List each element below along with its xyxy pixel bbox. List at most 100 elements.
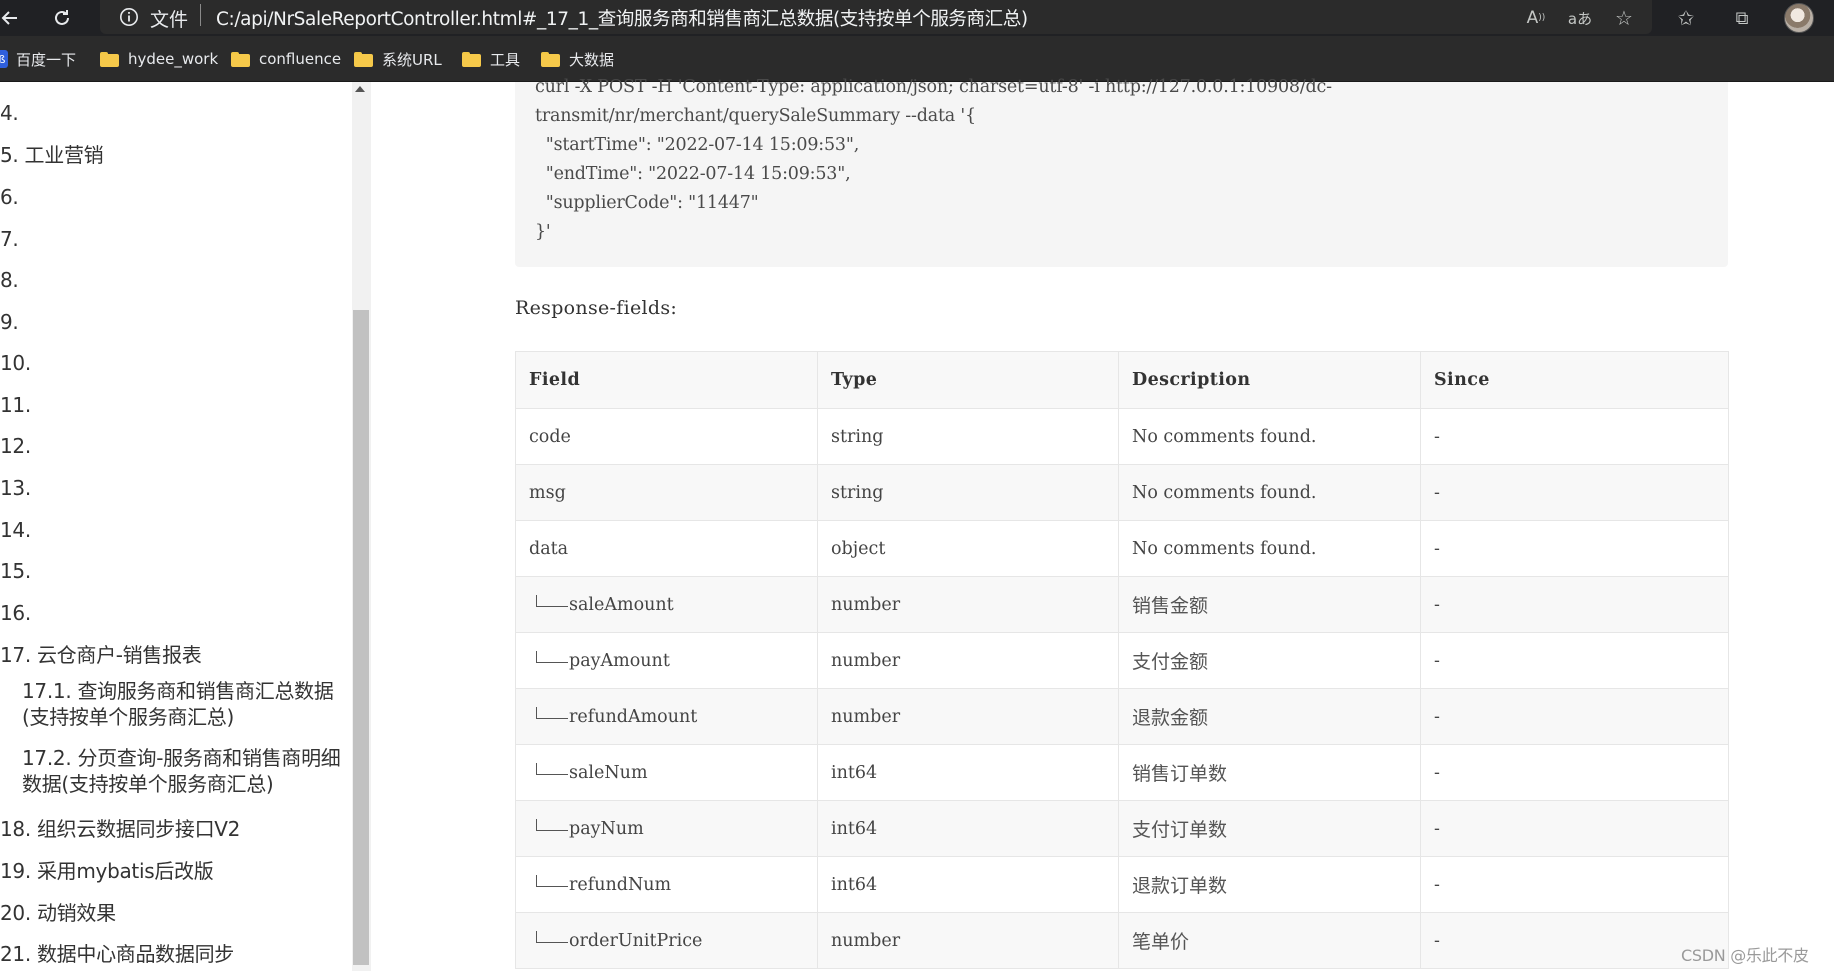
toc-sidebar: 4. 5. 工业营销 6. 7. 8. 9. 10. 11. 12. 13. 1…	[0, 82, 352, 971]
watermark: CSDN @乐此不皮	[1681, 946, 1809, 965]
since-cell: -	[1420, 688, 1729, 745]
toc-item[interactable]: 8.	[0, 267, 19, 293]
folder-icon	[354, 51, 373, 67]
bookmark-label: confluence	[259, 50, 342, 68]
field-name: data	[529, 538, 569, 559]
toc-item[interactable]: 13.	[0, 475, 31, 501]
url-text[interactable]: C:/api/NrSaleReportController.html#_17_1…	[216, 5, 1028, 31]
field-cell: saleAmount	[515, 576, 818, 633]
bookmark-label: 大数据	[569, 50, 615, 69]
scheme-label: 文件	[150, 9, 189, 31]
table-row: payNum int64 支付订单数 -	[515, 800, 1729, 857]
bookmark-confluence[interactable]: confluence	[231, 48, 341, 70]
description-cell: No comments found.	[1118, 408, 1421, 465]
bookmark-system-url[interactable]: 系统URL	[354, 48, 442, 70]
type-cell: number	[817, 576, 1119, 633]
toc-item-17[interactable]: 17. 云仓商户-销售报表	[0, 642, 202, 668]
toc-item[interactable]: 7.	[0, 226, 19, 252]
table-row: data object No comments found. -	[515, 520, 1729, 577]
toc-item[interactable]: 15.	[0, 558, 31, 584]
type-cell: int64	[817, 744, 1119, 801]
bookmark-hydee-work[interactable]: hydee_work	[100, 48, 218, 70]
since-cell: -	[1420, 520, 1729, 577]
field-cell: payAmount	[515, 632, 818, 689]
type-cell: int64	[817, 856, 1119, 913]
description-cell: 销售金额	[1118, 576, 1421, 633]
code-line: "endTime": "2022-07-14 15:09:53",	[535, 164, 851, 184]
description-cell: 退款订单数	[1118, 856, 1421, 913]
code-line: transmit/nr/merchant/querySaleSummary --…	[535, 106, 976, 126]
field-name: saleNum	[569, 762, 648, 783]
toc-item[interactable]: 14.	[0, 517, 31, 543]
toc-item[interactable]: 5. 工业营销	[0, 142, 104, 168]
type-cell: string	[817, 408, 1119, 465]
table-row: orderUnitPrice number 笔单价 -	[515, 912, 1729, 969]
baidu-icon: ß	[0, 50, 8, 68]
bookmark-tools[interactable]: 工具	[462, 48, 520, 70]
toc-item-21[interactable]: 21. 数据中心商品数据同步	[0, 941, 234, 967]
field-cell: refundNum	[515, 856, 818, 913]
scroll-up-arrow-icon[interactable]	[355, 86, 365, 92]
folder-icon	[231, 51, 250, 67]
profile-avatar[interactable]	[1784, 3, 1814, 33]
type-cell: string	[817, 464, 1119, 521]
type-cell: number	[817, 688, 1119, 745]
code-line: "supplierCode": "11447"	[535, 193, 759, 213]
scrollbar-thumb[interactable]	[353, 310, 369, 965]
reload-icon[interactable]	[44, 0, 80, 36]
favorites-icon[interactable]: ✩	[1672, 4, 1700, 32]
toc-subitem-17-2[interactable]: 17.2. 分页查询-服务商和销售商明细数据(支持按单个服务商汇总)	[22, 745, 347, 797]
bookmark-label: 百度一下	[16, 50, 77, 69]
since-cell: -	[1420, 856, 1729, 913]
table-row: saleNum int64 销售订单数 -	[515, 744, 1729, 801]
field-cell: msg	[515, 464, 818, 521]
description-cell: 笔单价	[1118, 912, 1421, 969]
toc-item[interactable]: 11.	[0, 392, 31, 418]
tree-branch-icon	[536, 818, 568, 831]
toc-item[interactable]: 10.	[0, 350, 31, 376]
folder-icon	[541, 51, 560, 67]
toc-item[interactable]: 6.	[0, 184, 19, 210]
since-cell: -	[1420, 576, 1729, 633]
info-icon[interactable]	[119, 7, 139, 27]
browser-toolbar: 文件 C:/api/NrSaleReportController.html#_1…	[0, 0, 1834, 36]
toc-item[interactable]: 9.	[0, 309, 19, 335]
bookmark-baidu[interactable]: ß 百度一下	[0, 48, 76, 70]
toc-item[interactable]: 4.	[0, 100, 19, 126]
toc-item-18[interactable]: 18. 组织云数据同步接口V2	[0, 816, 240, 842]
toc-item[interactable]: 12.	[0, 433, 31, 459]
field-name: msg	[529, 482, 566, 503]
tree-branch-icon	[536, 762, 568, 775]
field-name: orderUnitPrice	[569, 930, 703, 951]
column-header-field: Field	[515, 351, 818, 409]
bookmark-big-data[interactable]: 大数据	[541, 48, 614, 70]
bookmarks-bar: ß 百度一下 hydee_work confluence 系统URL 工具 大数…	[0, 36, 1834, 82]
field-cell: code	[515, 408, 818, 465]
toc-item-19[interactable]: 19. 采用mybatis后改版	[0, 858, 214, 884]
code-line: }'	[535, 222, 551, 242]
bookmark-label: 工具	[490, 50, 521, 69]
toc-subitem-17-1[interactable]: 17.1. 查询服务商和销售商汇总数据(支持按单个服务商汇总)	[22, 678, 347, 730]
add-favorite-icon[interactable]: ☆	[1610, 4, 1638, 32]
back-icon[interactable]	[0, 0, 28, 36]
description-cell: 支付金额	[1118, 632, 1421, 689]
toc-item[interactable]: 16.	[0, 600, 31, 626]
curl-code-block: curl -X POST -H 'Content-Type: applicati…	[515, 77, 1728, 267]
read-aloud-icon[interactable]: A))	[1522, 4, 1550, 32]
field-name: saleAmount	[569, 594, 674, 615]
type-cell: number	[817, 632, 1119, 689]
field-cell: refundAmount	[515, 688, 818, 745]
description-cell: 支付订单数	[1118, 800, 1421, 857]
since-cell: -	[1420, 744, 1729, 801]
column-header-since: Since	[1420, 351, 1729, 409]
address-bar[interactable]: 文件 C:/api/NrSaleReportController.html#_1…	[100, 0, 1652, 34]
collections-icon[interactable]: ⧉	[1728, 4, 1756, 32]
toc-item-20[interactable]: 20. 动销效果	[0, 900, 116, 926]
description-cell: 销售订单数	[1118, 744, 1421, 801]
type-cell: number	[817, 912, 1119, 969]
since-cell: -	[1420, 408, 1729, 465]
translate-icon[interactable]: aあ	[1566, 4, 1594, 32]
tree-branch-icon	[536, 650, 568, 663]
description-cell: 退款金额	[1118, 688, 1421, 745]
bookmark-label: hydee_work	[128, 50, 219, 68]
